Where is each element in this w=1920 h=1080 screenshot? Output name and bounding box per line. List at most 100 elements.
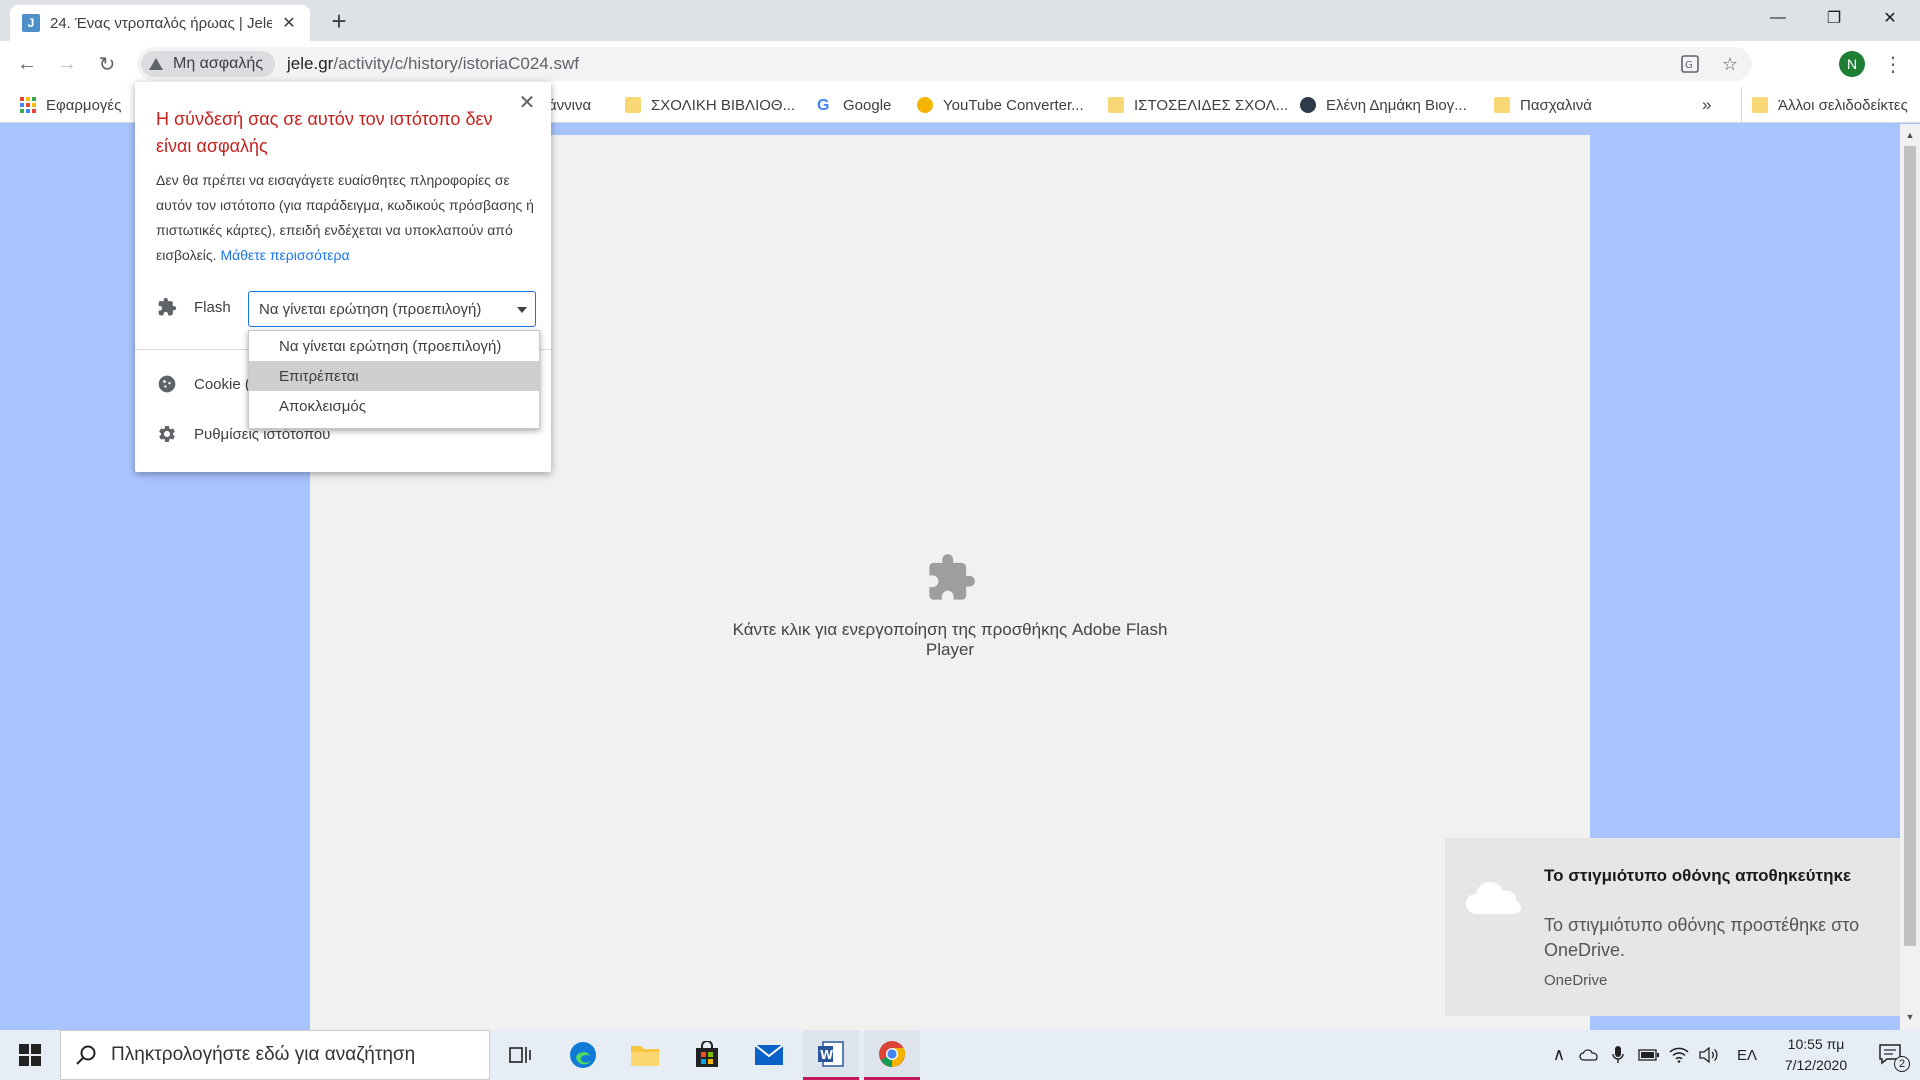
forward-button[interactable]: → [52,49,82,79]
youtube-converter-icon [917,97,933,113]
svg-text:W: W [820,1048,833,1062]
flash-permission-dropdown: Να γίνεται ερώτηση (προεπιλογή) Επιτρέπε… [248,330,540,429]
search-placeholder: Πληκτρολογήστε εδώ για αναζήτηση [111,1044,416,1065]
flash-permission-select[interactable]: Να γίνεται ερώτηση (προεπιλογή) [248,291,536,327]
url-text[interactable]: jele.gr/activity/c/history/istoriaC024.s… [287,54,579,74]
start-button[interactable] [0,1030,60,1080]
word-icon: W [818,1040,844,1067]
scroll-up-icon[interactable]: ▲ [1904,130,1916,142]
taskbar-search-box[interactable]: Πληκτρολογήστε εδώ για αναζήτηση [60,1030,490,1080]
task-view-button[interactable] [492,1030,548,1080]
cookies-label: Cookie ( [194,375,250,393]
volume-icon[interactable] [1696,1030,1722,1080]
onedrive-notification[interactable]: Το στιγμιότυπο οθόνης αποθηκεύτηκε Το στ… [1445,838,1900,1016]
google-icon: G [817,97,830,114]
cookies-row[interactable]: Cookie ( [156,373,250,395]
browser-tab[interactable]: J 24. Ένας ντροπαλός ήρωας | Jele ✕ [10,5,310,41]
tab-strip: J 24. Ένας ντροπαλός ήρωας | Jele ✕ + — … [0,0,1920,41]
taskbar-file-explorer[interactable] [617,1030,673,1080]
bookmark-other-folder[interactable]: Άλλοι σελιδοδείκτες [1741,87,1908,123]
folder-icon [625,97,641,113]
browser-menu-icon[interactable]: ⋮ [1880,51,1906,77]
notification-title: Το στιγμιότυπο οθόνης αποθηκεύτηκε [1544,866,1852,885]
bookmark-google[interactable]: G Google [817,87,891,123]
taskbar-chrome[interactable] [864,1030,920,1080]
bookmark-label: Άλλοι σελιδοδείκτες [1778,96,1908,114]
window-close-button[interactable]: ✕ [1862,0,1918,36]
tab-title: 24. Ένας ντροπαλός ήρωας | Jele [50,14,272,32]
clock-time: 10:55 πμ [1787,1036,1845,1052]
reload-button[interactable]: ↻ [92,49,122,79]
store-icon [696,1041,718,1067]
system-clock[interactable]: 10:55 πμ 7/12/2020 [1770,1034,1862,1076]
bookmark-item[interactable]: άννινα [548,87,591,123]
overflow-icon: » [1702,95,1712,114]
scroll-down-icon[interactable]: ▼ [1904,1012,1916,1024]
restore-button[interactable]: ❐ [1806,0,1862,36]
input-language[interactable]: ΕΛ [1730,1030,1764,1080]
bookmark-folder-school-library[interactable]: ΣΧΟΛΙΚΗ ΒΙΒΛΙΟΘ... [625,87,795,123]
plugin-puzzle-icon[interactable] [925,552,977,604]
translate-icon[interactable]: G [1678,52,1702,76]
taskbar-mail[interactable] [741,1030,797,1080]
flash-activation-message[interactable]: Κάντε κλικ για ενεργοποίηση της προσθήκη… [710,620,1190,660]
dropdown-option-block[interactable]: Αποκλεισμός [249,391,539,421]
bookmark-label: Google [843,96,892,114]
browser-toolbar: ← → ↻ Μη ασφαλής jele.gr/activity/c/hist… [0,41,1920,87]
bookmark-label: Εφαρμογές [46,96,122,114]
permission-flash: Flash [156,296,231,318]
bookmark-eleni-dimaki[interactable]: Ελένη Δημάκη Βιογ... [1300,87,1467,123]
profile-avatar[interactable]: N [1839,51,1865,77]
bookmark-label: άννινα [548,96,592,114]
taskbar-word[interactable]: W [803,1030,859,1080]
tray-overflow-icon[interactable]: ∧ [1546,1030,1572,1080]
url-path: /activity/c/history/istoriaC024.swf [333,54,579,73]
popup-close-icon[interactable]: ✕ [517,92,537,114]
dropdown-option-ask[interactable]: Να γίνεται ερώτηση (προεπιλογή) [249,331,539,361]
new-tab-button[interactable]: + [325,6,353,36]
back-button[interactable]: ← [12,49,42,79]
battery-icon[interactable] [1636,1030,1662,1080]
security-chip[interactable]: Μη ασφαλής [141,51,276,77]
bookmarks-overflow-button[interactable]: » [1702,87,1711,123]
bookmark-label: Πασχαλινά [1520,96,1592,114]
flash-label: Flash [194,298,231,316]
bookmark-label: YouTube Converter... [943,96,1084,114]
edge-icon [570,1042,596,1068]
page-scrollbar[interactable]: ▲ ▼ [1900,124,1920,1030]
bookmark-star-icon[interactable]: ☆ [1718,52,1742,76]
bookmark-apps[interactable]: Εφαρμογές [20,87,121,123]
tab-close-icon[interactable]: ✕ [280,14,298,32]
bookmark-label: ΣΧΟΛΙΚΗ ΒΙΒΛΙΟΘ... [651,96,796,114]
wifi-icon[interactable] [1666,1030,1692,1080]
taskbar-edge[interactable] [555,1030,611,1080]
warning-icon [149,58,163,70]
cookie-icon [156,373,178,395]
taskbar-store[interactable] [679,1030,735,1080]
mail-icon [754,1044,784,1065]
svg-text:G: G [1685,60,1693,71]
security-chip-label: Μη ασφαλής [173,55,264,72]
action-center-button[interactable]: 2 [1868,1030,1914,1080]
folder-icon [631,1046,659,1066]
address-bar[interactable]: Μη ασφαλής jele.gr/activity/c/history/is… [137,47,1752,81]
minimize-button[interactable]: — [1750,0,1806,36]
windows-logo-icon [19,1044,41,1066]
bookmark-folder-school-sites[interactable]: ΙΣΤΟΣΕΛΙΔΕΣ ΣΧΟΛ... [1108,87,1288,123]
onedrive-tray-icon[interactable] [1576,1030,1602,1080]
bookmark-label: ΙΣΤΟΣΕΛΙΔΕΣ ΣΧΟΛ... [1134,96,1289,114]
site-favicon: J [22,14,40,32]
learn-more-link[interactable]: Μάθετε περισσότερα [220,247,349,263]
flash-select-value: Να γίνεται ερώτηση (προεπιλογή) [259,300,482,318]
dropdown-option-allow[interactable]: Επιτρέπεται [249,361,539,391]
bookmark-youtube-converter[interactable]: YouTube Converter... [917,87,1084,123]
search-icon [76,1045,96,1065]
url-host: jele.gr [287,54,334,73]
notification-count-badge: 2 [1894,1056,1910,1072]
microphone-icon[interactable] [1606,1030,1630,1080]
scroll-thumb[interactable] [1904,146,1916,946]
folder-icon [1752,97,1768,113]
bookmark-folder-easter[interactable]: Πασχαλινά [1494,87,1592,123]
task-view-icon [509,1047,531,1063]
windows-taskbar: Πληκτρολογήστε εδώ για αναζήτηση W ∧ ΕΛ … [0,1030,1920,1080]
